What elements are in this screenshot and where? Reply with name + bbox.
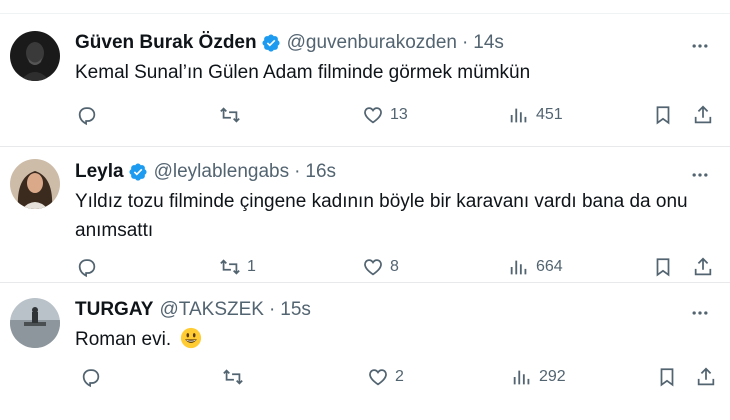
display-name[interactable]: TURGAY: [75, 299, 153, 321]
reply-button[interactable]: [80, 362, 108, 392]
views-icon: [510, 108, 527, 123]
share-button[interactable]: [695, 362, 717, 392]
tweet[interactable]: Leyla @leylablengabs · 16s Yıldız tozu f…: [0, 147, 730, 283]
tweet-text: Yıldız tozu filminde çingene kadının böy…: [75, 187, 688, 245]
user-handle[interactable]: @leylablengabs: [154, 161, 290, 183]
tweet[interactable]: TURGAY @TAKSZEK · 15s Roman evi. 2 292: [0, 283, 730, 420]
like-button[interactable]: 8: [362, 252, 399, 282]
bookmark-icon: [656, 106, 670, 125]
user-handle[interactable]: @guvenburakozden: [287, 32, 457, 54]
more-options-button[interactable]: [688, 163, 712, 187]
avatar[interactable]: [10, 159, 60, 209]
timestamp[interactable]: 14s: [473, 32, 504, 54]
avatar[interactable]: [10, 31, 60, 81]
views-count: 292: [539, 368, 566, 385]
share-icon: [694, 257, 712, 276]
retweet-icon: [223, 369, 243, 385]
more-options-button[interactable]: [688, 34, 712, 58]
grinning-face-emoji-icon: [181, 327, 202, 349]
like-count: 8: [390, 258, 399, 275]
share-icon: [697, 367, 715, 386]
share-button[interactable]: [692, 252, 714, 282]
share-icon: [694, 105, 712, 124]
tweet-text-content: Roman evi.: [75, 329, 172, 350]
heart-icon: [364, 107, 382, 124]
retweet-icon: [220, 259, 240, 275]
bookmark-button[interactable]: [652, 252, 674, 282]
separator-dot: ·: [294, 161, 301, 182]
reply-button[interactable]: [76, 252, 104, 282]
display-name[interactable]: Güven Burak Özden: [75, 32, 257, 54]
tweet-text: Kemal Sunal’ın Gülen Adam filminde görme…: [75, 58, 530, 87]
separator-dot: ·: [268, 299, 276, 320]
tweet-header: Güven Burak Özden @guvenburakozden · 14s: [75, 32, 504, 54]
views-button[interactable]: 451: [508, 100, 563, 130]
tweet-text: Roman evi.: [75, 325, 202, 354]
display-name[interactable]: Leyla: [75, 161, 124, 183]
like-count: 2: [395, 368, 404, 385]
like-button[interactable]: 2: [367, 362, 404, 392]
separator-dot: ·: [461, 32, 469, 53]
retweet-button[interactable]: [219, 100, 247, 130]
views-count: 451: [536, 106, 563, 123]
more-options-button[interactable]: [688, 301, 712, 325]
retweet-button[interactable]: [222, 362, 250, 392]
retweet-count: 1: [247, 258, 256, 275]
avatar[interactable]: [10, 298, 60, 348]
action-bar: 1 8 664: [0, 252, 730, 282]
retweet-button[interactable]: 1: [219, 252, 256, 282]
tweet-header: Leyla @leylablengabs · 16s: [75, 161, 336, 183]
heart-icon: [369, 369, 387, 386]
bookmark-button[interactable]: [656, 362, 678, 392]
tweet[interactable]: Güven Burak Özden @guvenburakozden · 14s…: [0, 14, 730, 147]
action-bar: 2 292: [0, 362, 730, 392]
reply-icon: [78, 107, 96, 126]
user-handle[interactable]: @TAKSZEK: [159, 299, 263, 321]
retweet-icon: [220, 107, 240, 123]
bookmark-icon: [660, 368, 674, 387]
share-button[interactable]: [692, 100, 714, 130]
more-icon: [692, 44, 708, 48]
action-bar: 13 451: [0, 100, 730, 130]
timestamp[interactable]: 15s: [280, 299, 311, 321]
tweet-text-line: Yıldız tozu filminde çingene kadının böy…: [75, 191, 688, 212]
views-icon: [513, 370, 530, 385]
timestamp[interactable]: 16s: [305, 161, 336, 183]
views-count: 664: [536, 258, 563, 275]
bookmark-button[interactable]: [652, 100, 674, 130]
reply-button[interactable]: [76, 100, 104, 130]
views-button[interactable]: 664: [508, 252, 563, 282]
tweet-header: TURGAY @TAKSZEK · 15s: [75, 299, 311, 321]
more-icon: [692, 311, 708, 315]
bookmark-icon: [656, 258, 670, 277]
verified-badge-icon: [262, 34, 280, 52]
tweet-text-line: anımsattı: [75, 220, 154, 241]
more-icon: [692, 173, 708, 177]
heart-icon: [364, 259, 382, 276]
views-icon: [510, 260, 527, 275]
like-button[interactable]: 13: [362, 100, 408, 130]
like-count: 13: [390, 106, 408, 123]
reply-icon: [78, 259, 96, 278]
verified-badge-icon: [129, 163, 147, 181]
tweet-text-line: Kemal Sunal’ın Gülen Adam filminde görme…: [75, 62, 531, 83]
tweet-text-line: Roman evi.: [75, 325, 202, 354]
views-button[interactable]: 292: [511, 362, 566, 392]
reply-icon: [82, 369, 100, 388]
